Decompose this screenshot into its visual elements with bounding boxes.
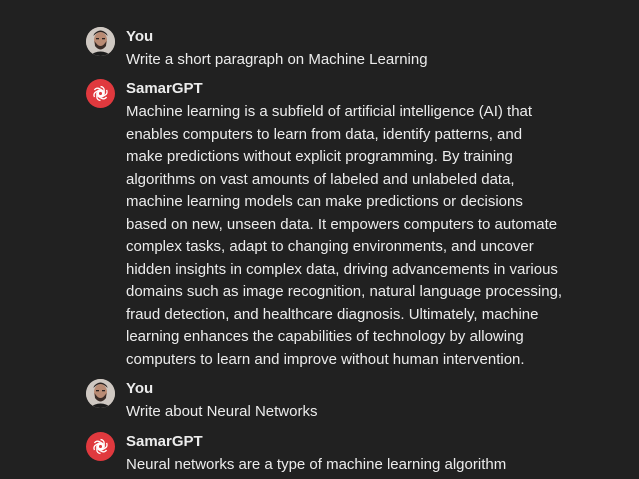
message-line: based on new, unseen data. It empowers c… [126,215,558,233]
message-line: algorithms on vast amounts of labeled an… [126,170,515,188]
bot-avatar [86,432,115,461]
message-text: Machine learning is a subfield of artifi… [126,101,566,371]
user-avatar [86,27,115,56]
message-line: domains such as image recognition, natur… [126,283,563,300]
message-author: You [126,380,154,397]
message-author: You [126,28,154,45]
message-line: learning enhances the capabilities of te… [126,328,524,345]
openai-logo-icon [93,85,108,102]
user-avatar-icon [86,27,115,56]
message-author: SamarGPT [126,433,203,450]
message-author: SamarGPT [126,80,203,97]
message-line: enables computers to learn from data, id… [126,125,523,143]
chat-thread: You Write a short paragraph on Machine L… [0,0,639,479]
message-text: Write about Neural Networks [126,401,566,424]
message-line: fraud detection, and healthcare diagnosi… [126,305,539,323]
openai-logo-icon [93,438,108,455]
message-line: make predictions without explicit progra… [126,148,513,165]
message-line: machine learning models can make predict… [126,193,523,210]
message-line: hidden insights in complex data, driving… [126,260,558,278]
message-user-2: You Write about Neural Networks [86,379,566,424]
user-avatar-icon [86,379,115,408]
bot-avatar [86,79,115,108]
message-user-1: You Write a short paragraph on Machine L… [86,27,566,72]
message-line: Write about Neural Networks [126,403,318,420]
message-text: Write a short paragraph on Machine Learn… [126,49,566,72]
message-assistant-1: SamarGPT Machine learning is a subfield … [86,79,566,369]
message-line: Machine learning is a subfield of artifi… [126,103,533,120]
message-assistant-2: SamarGPT Neural networks are a type of m… [86,432,566,479]
message-line: complex tasks, adapt to changing environ… [126,238,534,255]
user-avatar [86,379,115,408]
message-line: Write a short paragraph on Machine Learn… [126,51,428,68]
message-line: computers to learn and improve without h… [126,350,525,368]
message-text: Neural networks are a type of machine le… [126,454,566,477]
message-line: Neural networks are a type of machine le… [126,456,507,473]
